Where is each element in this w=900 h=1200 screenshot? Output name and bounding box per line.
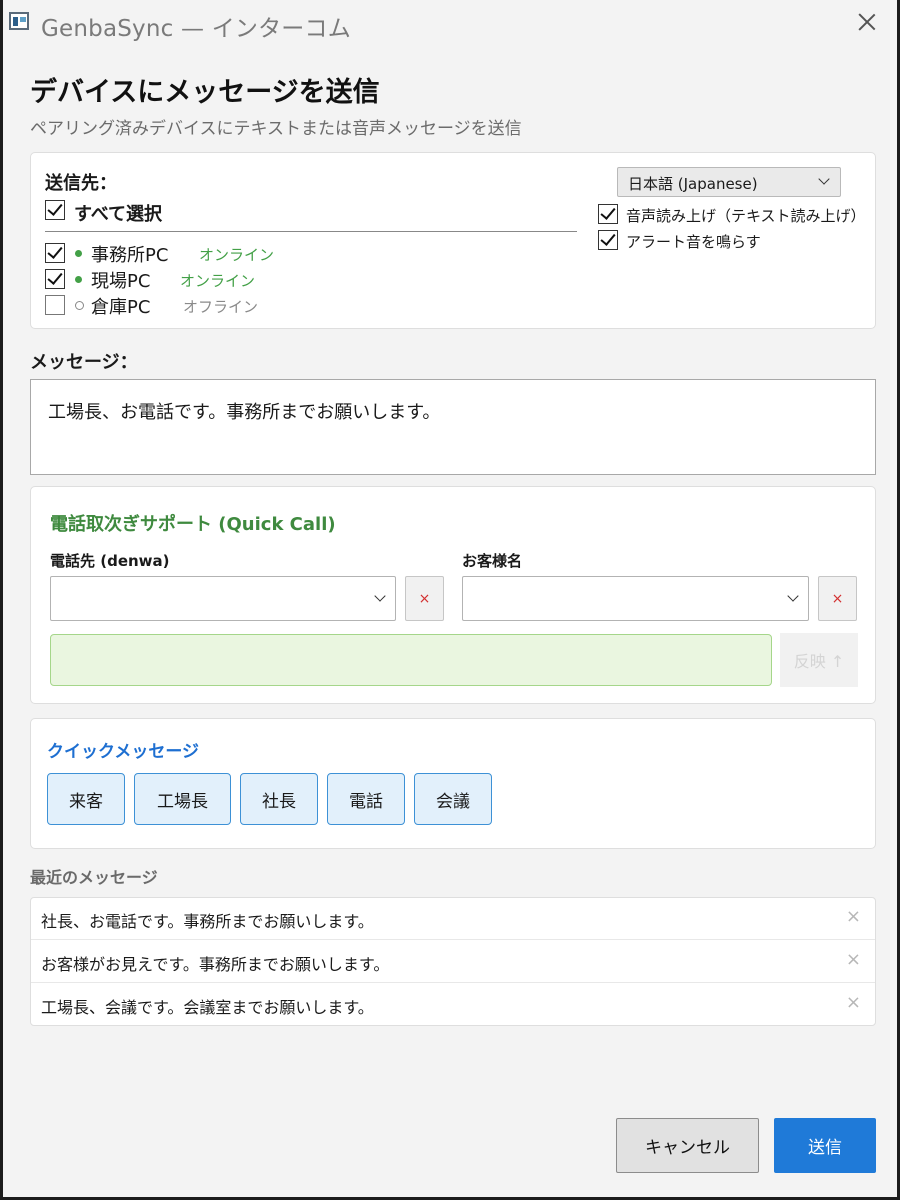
customer-clear-button[interactable]: × [818,576,857,621]
recent-message-text: 工場長、会議です。会議室までお願いします。 [41,998,374,1017]
quick-call-preview-field[interactable] [50,634,772,686]
online-status-dot [75,276,82,283]
window-title: GenbaSync — インターコム [41,16,351,42]
device-row-office[interactable]: 事務所PC オンライン [45,241,585,266]
app-icon [9,12,29,30]
chevron-down-icon [374,590,386,602]
quick-message-button[interactable]: 電話 [327,773,405,825]
tts-checkbox[interactable] [598,204,618,224]
device-checkbox[interactable] [45,295,65,315]
delete-icon[interactable]: × [846,992,861,1013]
device-status: オフライン [183,298,259,316]
delete-icon[interactable]: × [846,949,861,970]
apply-button[interactable]: 反映 ↑ [780,633,858,687]
quick-message-button[interactable]: 来客 [47,773,125,825]
recent-message-item[interactable]: 社長、お電話です。事務所までお願いします。 × [31,898,875,940]
alert-label: アラート音を鳴らす [626,233,761,251]
recent-message-text: お客様がお見えです。事務所までお願いします。 [41,955,390,974]
quick-message-button[interactable]: 工場長 [134,773,231,825]
language-select-value: 日本語 (Japanese) [628,175,758,193]
phone-clear-button[interactable]: × [405,576,444,621]
phone-label: 電話先 (denwa) [50,552,170,570]
chevron-down-icon [818,173,830,185]
intercom-window: GenbaSync — インターコム デバイスにメッセージを送信 ペアリング済み… [0,0,900,1200]
recent-messages-label: 最近のメッセージ [30,868,158,887]
phone-combobox[interactable] [50,576,396,621]
recipients-card: 送信先： すべて選択 事務所PC オンライン 現場PC オンライン 倉庫PC オ… [30,152,876,329]
chevron-down-icon [787,590,799,602]
send-button[interactable]: 送信 [774,1118,876,1173]
tts-option[interactable]: 音声読み上げ（テキスト読み上げ） [598,204,868,226]
device-name: 事務所PC [91,245,169,266]
quick-message-button[interactable]: 会議 [414,773,492,825]
close-icon[interactable] [855,10,879,34]
message-label: メッセージ： [30,352,138,373]
recipients-divider [45,231,577,232]
quick-message-button[interactable]: 社長 [240,773,318,825]
delete-icon[interactable]: × [846,906,861,927]
tts-label: 音声読み上げ（テキスト読み上げ） [626,207,866,225]
recent-message-item[interactable]: お客様がお見えです。事務所までお願いします。 × [31,941,875,983]
quick-call-title: 電話取次ぎサポート (Quick Call) [50,514,336,535]
quick-messages-card: クイックメッセージ 来客 工場長 社長 電話 会議 [30,718,876,849]
device-checkbox[interactable] [45,243,65,263]
title-bar: GenbaSync — インターコム [3,0,897,44]
message-text: 工場長、お電話です。事務所までお願いします。 [48,402,441,423]
page-subtitle: ペアリング済みデバイスにテキストまたは音声メッセージを送信 [30,119,522,139]
device-checkbox[interactable] [45,269,65,289]
quick-call-card: 電話取次ぎサポート (Quick Call) 電話先 (denwa) × お客様… [30,486,876,704]
recent-messages-list: 社長、お電話です。事務所までお願いします。 × お客様がお見えです。事務所までお… [30,897,876,1026]
recent-message-text: 社長、お電話です。事務所までお願いします。 [41,912,374,931]
language-select[interactable]: 日本語 (Japanese) [617,167,841,197]
select-all-checkbox[interactable] [45,200,65,220]
quick-messages-title: クイックメッセージ [47,742,199,762]
customer-label: お客様名 [462,552,523,570]
recipients-label: 送信先： [45,173,117,194]
device-name: 現場PC [91,271,151,292]
message-input[interactable]: 工場長、お電話です。事務所までお願いします。 [30,379,876,475]
customer-combobox[interactable] [462,576,809,621]
page-title: デバイスにメッセージを送信 [30,77,380,108]
device-status: オンライン [180,272,256,290]
online-status-dot [75,250,82,257]
device-row-site[interactable]: 現場PC オンライン [45,267,585,292]
select-all-label[interactable]: すべて選択 [74,200,162,226]
device-status: オンライン [199,246,275,264]
device-row-warehouse[interactable]: 倉庫PC オフライン [45,293,585,318]
alert-option[interactable]: アラート音を鳴らす [598,230,868,252]
offline-status-dot [75,301,84,310]
device-name: 倉庫PC [91,297,151,318]
cancel-button[interactable]: キャンセル [616,1118,759,1173]
alert-checkbox[interactable] [598,230,618,250]
recent-message-item[interactable]: 工場長、会議です。会議室までお願いします。 × [31,984,875,1026]
